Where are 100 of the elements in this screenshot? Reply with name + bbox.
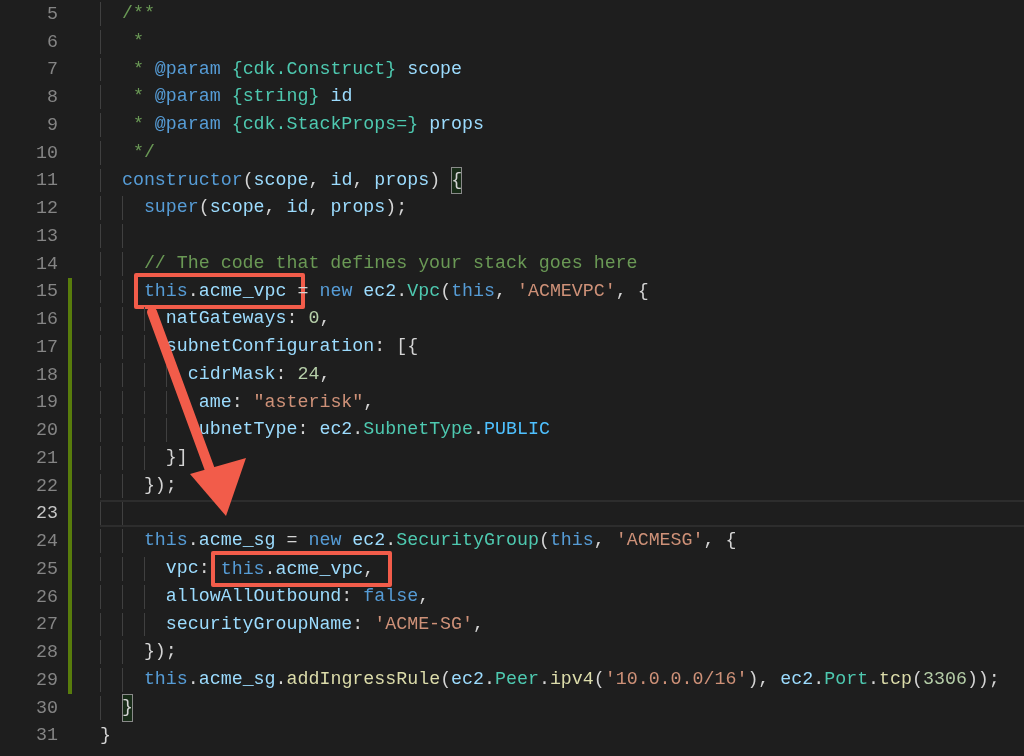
punctuation: : bbox=[286, 307, 299, 331]
line-number: 8 bbox=[46, 86, 58, 109]
punctuation: . bbox=[484, 668, 495, 691]
doc-tag: @param bbox=[154, 55, 221, 84]
string-literal: 'ACMEVPC' bbox=[517, 279, 616, 303]
line-number: 26 bbox=[35, 585, 58, 608]
keyword: this bbox=[143, 668, 188, 691]
identifier: securityGroupName bbox=[165, 612, 353, 636]
line-number: 31 bbox=[35, 724, 58, 747]
punctuation: ( bbox=[242, 168, 254, 192]
identifier: scope bbox=[406, 57, 463, 81]
keyword: this bbox=[451, 279, 496, 303]
line-number: 14 bbox=[35, 252, 58, 275]
class-name: Port bbox=[824, 668, 869, 691]
line-number: 17 bbox=[35, 335, 58, 358]
punctuation: }] bbox=[165, 446, 188, 469]
punctuation: )); bbox=[966, 668, 1000, 691]
line-number: 6 bbox=[46, 30, 58, 53]
punctuation: ( bbox=[440, 279, 452, 303]
punctuation: : bbox=[231, 390, 244, 414]
punctuation: . bbox=[868, 668, 880, 691]
number-literal: 0 bbox=[308, 307, 320, 331]
punctuation: . bbox=[187, 281, 199, 302]
function-name: tcp bbox=[879, 668, 912, 691]
line-number: 15 bbox=[35, 280, 58, 303]
keyword: constructor bbox=[121, 168, 243, 192]
punctuation: . bbox=[264, 558, 276, 579]
line-number: 9 bbox=[46, 113, 58, 136]
identifier: ec2 bbox=[362, 279, 397, 303]
identifier: subnetConfiguration bbox=[165, 335, 375, 358]
identifier: acme_vpc bbox=[198, 281, 287, 302]
line-number: 27 bbox=[35, 613, 58, 636]
punctuation: ), bbox=[747, 668, 771, 691]
punctuation: , bbox=[473, 612, 484, 636]
punctuation: , bbox=[308, 168, 321, 192]
line-number: 20 bbox=[35, 419, 58, 442]
punctuation: : [{ bbox=[374, 335, 419, 358]
doc-type: {cdk.StackProps=} bbox=[230, 113, 419, 136]
line-number: 11 bbox=[35, 169, 58, 192]
punctuation: ( bbox=[440, 668, 452, 691]
identifier: id bbox=[286, 196, 309, 220]
punctuation: . bbox=[187, 668, 199, 691]
punctuation: . bbox=[385, 529, 397, 553]
comment: * bbox=[131, 85, 145, 109]
keyword: new bbox=[308, 529, 342, 553]
identifier: cidrMask bbox=[187, 362, 276, 386]
punctuation: , bbox=[363, 390, 375, 414]
line-number: 22 bbox=[35, 474, 58, 497]
identifier: props bbox=[330, 196, 386, 220]
identifier: ame bbox=[197, 390, 232, 414]
identifier: ec2 bbox=[351, 529, 386, 553]
line-number: 24 bbox=[35, 530, 58, 553]
identifier: vpc bbox=[165, 557, 199, 580]
class-name: Vpc bbox=[407, 279, 441, 303]
identifier: ubnetType bbox=[197, 418, 298, 442]
punctuation: , bbox=[352, 168, 365, 192]
class-name: Peer bbox=[495, 668, 539, 691]
constant: PUBLIC bbox=[484, 418, 550, 442]
function-name: addIngressRule bbox=[286, 668, 441, 691]
comment: * bbox=[131, 29, 144, 53]
punctuation: . bbox=[473, 418, 485, 442]
line-number: 12 bbox=[35, 197, 58, 220]
string-literal: 'ACMESG' bbox=[615, 529, 704, 553]
identifier: natGateways bbox=[165, 307, 287, 331]
identifier: ec2 bbox=[780, 668, 814, 691]
keyword: new bbox=[319, 279, 353, 303]
doc-tag: @param bbox=[154, 111, 221, 139]
line-number: 25 bbox=[35, 557, 58, 580]
punctuation: ( bbox=[198, 196, 210, 220]
keyword: false bbox=[363, 584, 419, 608]
identifier: allowAllOutbound bbox=[165, 584, 342, 608]
keyword: this bbox=[143, 281, 188, 302]
punctuation: ( bbox=[538, 529, 550, 553]
comment: * bbox=[131, 113, 145, 136]
function-name: ipv4 bbox=[549, 668, 594, 691]
punctuation: . bbox=[187, 529, 199, 553]
identifier: scope bbox=[209, 196, 265, 220]
line-number: 18 bbox=[35, 363, 58, 386]
punctuation: . bbox=[813, 668, 825, 691]
punctuation: }); bbox=[143, 473, 177, 497]
comment: * bbox=[131, 57, 145, 81]
identifier: acme_sg bbox=[198, 668, 276, 691]
punctuation: , bbox=[319, 362, 331, 386]
line-number: 16 bbox=[35, 308, 58, 331]
matched-bracket: } bbox=[121, 693, 133, 722]
line-number: 30 bbox=[35, 696, 58, 719]
number-literal: 24 bbox=[297, 362, 320, 386]
line-number: 29 bbox=[35, 668, 58, 691]
punctuation: . bbox=[352, 418, 364, 442]
identifier: scope bbox=[253, 168, 309, 192]
punctuation: }); bbox=[143, 640, 177, 664]
doc-type: {string} bbox=[230, 85, 320, 109]
punctuation: } bbox=[100, 723, 111, 747]
identifier: id bbox=[329, 85, 353, 109]
identifier: acme_sg bbox=[198, 529, 276, 553]
identifier: props bbox=[428, 113, 484, 136]
line-number: 23 bbox=[35, 502, 58, 525]
comment: // The code that defines your stack goes here bbox=[143, 251, 638, 275]
punctuation: . bbox=[538, 668, 550, 691]
matched-bracket: { bbox=[451, 166, 463, 195]
